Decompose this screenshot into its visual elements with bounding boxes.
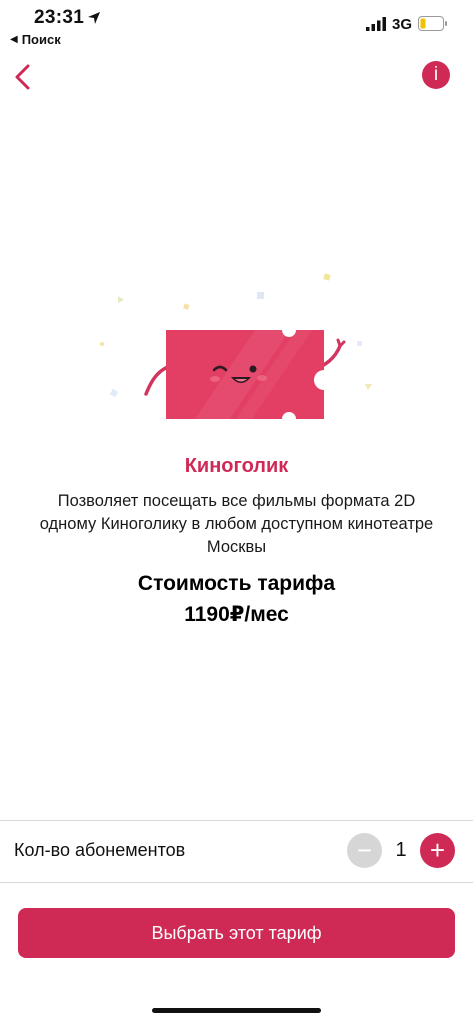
- quantity-label: Кол-во абонементов: [14, 840, 186, 860]
- home-indicator[interactable]: [152, 1008, 321, 1013]
- divider-bottom: [0, 882, 473, 883]
- status-time: 23:31: [34, 7, 85, 28]
- select-tariff-button[interactable]: Выбрать этот тариф: [18, 908, 455, 958]
- ticket-mascot-illustration: [100, 273, 372, 419]
- info-icon: i: [433, 64, 439, 85]
- signal-strength-icon: [366, 17, 386, 31]
- price-label: Стоимость тарифа: [137, 572, 336, 595]
- back-app-label: Поиск: [21, 32, 61, 47]
- price-value: 1190₽/мес: [184, 603, 289, 626]
- back-button[interactable]: [10, 60, 38, 94]
- minus-icon: −: [356, 835, 373, 865]
- plus-icon: +: [429, 835, 446, 865]
- back-to-app-link[interactable]: ◀ Поиск: [10, 32, 61, 47]
- decrement-button[interactable]: −: [347, 833, 382, 868]
- location-arrow-icon: [88, 12, 100, 24]
- tariff-name: Киноголик: [184, 455, 289, 477]
- screen: 23:31 ◀ Поиск 3G i Киноголик Позволяет п…: [0, 0, 473, 1024]
- network-type: 3G: [392, 16, 413, 33]
- tariff-description: Позволяет посещать все фильмы формата 2D…: [39, 492, 434, 556]
- battery-icon: [418, 16, 447, 31]
- info-button[interactable]: i: [422, 61, 450, 89]
- quantity-row: Кол-во абонементов − 1 +: [0, 820, 473, 882]
- status-bar: 23:31 ◀ Поиск 3G: [0, 0, 473, 52]
- select-tariff-label: Выбрать этот тариф: [151, 922, 322, 943]
- back-triangle-icon: ◀: [10, 34, 18, 45]
- quantity-value: 1: [395, 839, 407, 861]
- increment-button[interactable]: +: [420, 833, 455, 868]
